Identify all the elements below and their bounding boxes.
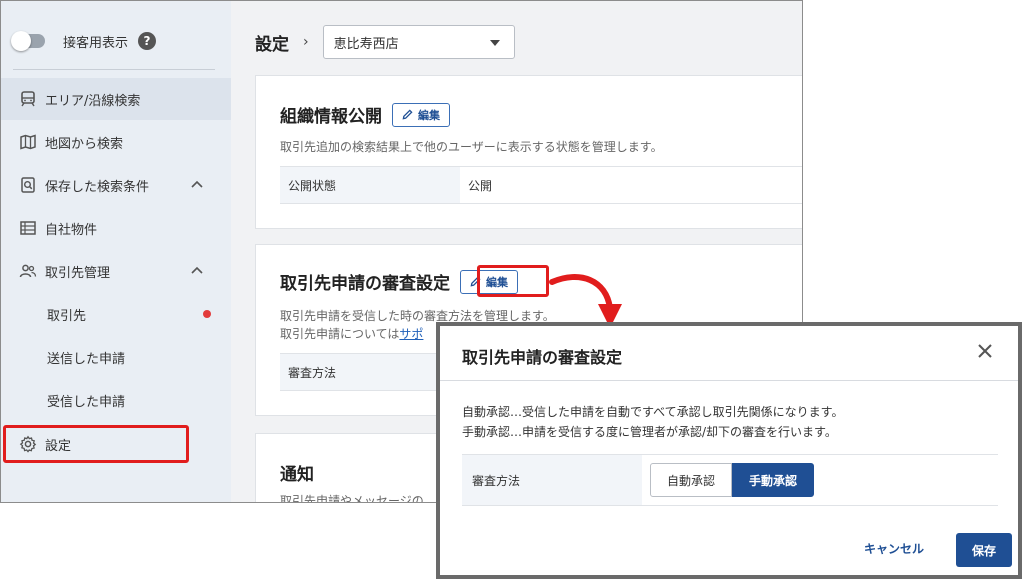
manual-approve-option[interactable]: 手動承認 — [732, 463, 815, 497]
sidebar-item-label: 受信した申請 — [47, 394, 126, 410]
sidebar-item-sent-requests[interactable]: 送信した申請 — [1, 336, 231, 378]
sidebar-item-saved-search[interactable]: 保存した検索条件 — [1, 164, 231, 206]
sidebar-item-area-search[interactable]: エリア/沿線検索 — [1, 78, 231, 120]
modal-divider — [440, 380, 1018, 381]
chevron-up-icon[interactable] — [189, 177, 205, 193]
review-method-segmented-control: 自動承認 手動承認 — [642, 455, 815, 505]
toggle-label: 接客用表示 — [63, 35, 129, 51]
modal-description: 自動承認…受信した申請を自動ですべて承認し取引先関係になります。 手動承認…申請… — [462, 402, 843, 442]
edit-label: 編集 — [418, 108, 440, 122]
modal-desc-line1: 自動承認…受信した申請を自動ですべて承認し取引先関係になります。 — [462, 405, 844, 419]
save-button[interactable]: 保存 — [956, 533, 1012, 567]
notification-dot — [203, 310, 211, 318]
breadcrumb-separator: › — [303, 34, 309, 50]
close-icon[interactable] — [974, 340, 996, 362]
list-icon — [20, 221, 36, 235]
saved-search-icon — [21, 177, 35, 193]
caret-down-icon — [489, 40, 500, 46]
train-icon — [21, 91, 35, 107]
page-title: 設定 — [255, 34, 289, 55]
review-method-key: 審査方法 — [280, 354, 460, 390]
sidebar-item-label: 自社物件 — [45, 222, 98, 238]
notice-card-title: 通知 — [280, 465, 314, 485]
sidebar-item-label: エリア/沿線検索 — [45, 93, 141, 109]
display-toggle-switch[interactable] — [11, 31, 45, 51]
cancel-button[interactable]: キャンセル — [864, 540, 924, 557]
toggle-knob[interactable] — [11, 31, 31, 51]
org-card-description: 取引先追加の検索結果上で他のユーザーに表示する状態を管理します。 — [280, 140, 663, 154]
modal-review-method-row: 審査方法 自動承認 手動承認 — [462, 454, 998, 506]
store-select-value: 恵比寿西店 — [333, 36, 399, 52]
chevron-up-icon[interactable] — [189, 263, 205, 279]
store-select[interactable]: 恵比寿西店 — [322, 25, 515, 59]
notice-card-description: 取引先申請やメッセージの — [280, 494, 424, 503]
sidebar-item-label: 保存した検索条件 — [45, 179, 150, 195]
org-info-card: 組織情報公開 編集 取引先追加の検索結果上で他のユーザーに表示する状態を管理しま… — [255, 75, 802, 229]
public-status-row: 公開状態 公開 — [280, 166, 802, 204]
notice-card-header: 通知 — [280, 460, 314, 485]
modal-title: 取引先申請の審査設定 — [462, 348, 623, 367]
sidebar-item-label: 取引先管理 — [45, 265, 111, 281]
support-link[interactable]: サポ — [399, 327, 423, 341]
sidebar-item-label: 地図から検索 — [45, 136, 124, 152]
sidebar-item-received-requests[interactable]: 受信した申請 — [1, 379, 231, 421]
sidebar-divider — [13, 69, 215, 70]
display-toggle-row: 接客用表示 ? — [11, 29, 213, 53]
sidebar-item-map-search[interactable]: 地図から検索 — [1, 121, 231, 163]
modal-desc-line2: 手動承認…申請を受信する度に管理者が承認/却下の審査を行います。 — [462, 425, 837, 439]
sidebar-item-own-properties[interactable]: 自社物件 — [1, 207, 231, 249]
org-edit-button[interactable]: 編集 — [392, 102, 450, 127]
breadcrumb: 設定 › 恵比寿西店 — [255, 25, 515, 59]
sidebar-item-label: 取引先 — [47, 308, 87, 324]
help-icon[interactable]: ? — [138, 32, 157, 50]
review-card-title: 取引先申請の審査設定 — [280, 274, 450, 294]
review-settings-modal: 取引先申請の審査設定 自動承認…受信した申請を自動ですべて承認し取引先関係になり… — [436, 322, 1022, 579]
map-icon — [20, 134, 36, 150]
modal-review-method-key: 審査方法 — [462, 455, 642, 505]
review-desc-prefix: 取引先申請については — [280, 327, 400, 341]
sidebar-item-label: 送信した申請 — [47, 351, 126, 367]
sidebar-item-partner-management[interactable]: 取引先管理 — [1, 250, 231, 292]
sidebar-item-partners[interactable]: 取引先 — [1, 293, 231, 335]
edit-highlight-box — [477, 265, 549, 297]
org-card-header: 組織情報公開 編集 — [280, 102, 450, 127]
people-icon — [19, 264, 37, 278]
public-status-value: 公開 — [468, 178, 493, 193]
org-card-title: 組織情報公開 — [280, 107, 382, 127]
sidebar: 接客用表示 ? エリア/沿線検索 地図から検索 保存した検索条件 自社物件 取引… — [1, 1, 231, 502]
public-status-key: 公開状態 — [280, 167, 460, 203]
pencil-icon — [402, 109, 413, 120]
settings-highlight-box — [3, 425, 189, 463]
auto-approve-option[interactable]: 自動承認 — [650, 463, 733, 497]
